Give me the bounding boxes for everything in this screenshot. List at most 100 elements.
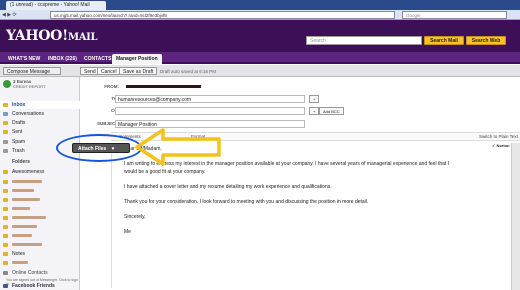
sidebar-item-label: Spam: [12, 139, 26, 145]
paragraph-2: I have attached a cover letter and my re…: [124, 184, 332, 190]
browser-window: (1 unread) - ccspreme - Yahoo! Mail ◀ ▶ …: [0, 0, 520, 290]
notes-icon: [3, 252, 8, 256]
attach-files-button[interactable]: Attach Files ▾: [72, 143, 130, 153]
cc-add-button[interactable]: +: [309, 107, 320, 115]
cc-row: CC: + Add BCC: [81, 106, 520, 116]
sidebar-item-label: Awesomeness: [12, 169, 45, 175]
add-bcc-button[interactable]: Add BCC: [319, 107, 344, 115]
compose-toolbar: Compose Message Send Cancel Save as Draf…: [0, 65, 520, 77]
tab-whats-new[interactable]: WHAT'S NEW: [4, 54, 44, 64]
compose-message-button[interactable]: Compose Message: [3, 67, 61, 75]
save-draft-button[interactable]: Save as Draft: [119, 67, 158, 75]
sidebar-item-notes[interactable]: Notes: [0, 250, 80, 258]
logo-main: YAHOO!: [6, 28, 68, 44]
redacted-text: [12, 234, 32, 238]
sidebar-folder[interactable]: [0, 178, 80, 186]
trash-icon: [3, 149, 8, 153]
sidebar-item-label: Online Contacts: [12, 270, 48, 276]
browser-tab-bar: (1 unread) - ccspreme - Yahoo! Mail: [0, 0, 520, 10]
tab-contacts[interactable]: CONTACTS: [80, 54, 115, 64]
sidebar-item-label: Notes: [12, 251, 26, 257]
drafts-icon: [3, 121, 8, 125]
inbox-icon: [3, 103, 8, 107]
scrollbar[interactable]: [511, 143, 520, 290]
back-forward-icons[interactable]: ◀ ▶ ⟳: [2, 12, 17, 18]
folder-icon: [3, 170, 8, 174]
browser-tab[interactable]: (1 unread) - ccspreme - Yahoo! Mail: [6, 1, 106, 10]
sidebar-item-awesomeness[interactable]: Awesomeness: [0, 168, 80, 176]
to-input[interactable]: humanresources@company.com: [115, 95, 305, 103]
mail-tabs: WHAT'S NEW INBOX (226) CONTACTS Manager …: [0, 52, 520, 64]
sidebar-folder[interactable]: [0, 241, 80, 249]
sidebar-item-drafts[interactable]: Drafts: [0, 119, 80, 127]
conversations-icon: [3, 112, 8, 116]
from-row: FROM:: [81, 82, 520, 92]
sidebar-folder[interactable]: [0, 232, 80, 240]
yellow-arrow-icon: [135, 128, 221, 166]
tab-inbox[interactable]: INBOX (226): [44, 54, 81, 64]
search-web-button[interactable]: Search Web: [466, 36, 506, 45]
credit-report-icon: [3, 80, 11, 88]
redacted-text: [12, 243, 42, 247]
redacted-text: [12, 207, 30, 211]
folder-icon: [3, 216, 8, 220]
search-mail-button[interactable]: Search Mail: [424, 36, 464, 45]
sent-icon: [3, 130, 8, 134]
sidebar-folder[interactable]: [0, 205, 80, 213]
paragraph-3: Thank you for your consideration. I look…: [124, 199, 369, 205]
sidebar: 3 Bureau CREDIT REPORT Inbox Conversatio…: [0, 77, 80, 290]
mail-search-input[interactable]: Search: [306, 36, 422, 45]
cancel-button[interactable]: Cancel: [97, 67, 121, 75]
redacted-text: [12, 261, 28, 265]
tab-manager-position[interactable]: Manager Position: [112, 54, 162, 64]
sidebar-item-label: Inbox: [12, 102, 26, 108]
redacted-text: [12, 225, 37, 229]
sidebar-item-label: Sent: [12, 129, 23, 135]
folder-icon: [3, 234, 8, 238]
sidebar-item-inbox[interactable]: Inbox: [0, 101, 80, 109]
folder-icon: [3, 225, 8, 229]
yahoo-header: YAHOO!MAIL Search Search Mail Search Web: [0, 20, 520, 52]
sidebar-online-contacts[interactable]: Online Contacts: [0, 269, 80, 277]
sidebar-folder[interactable]: [0, 196, 80, 204]
sidebar-folders-header[interactable]: Folders: [0, 158, 80, 166]
spam-icon: [3, 140, 8, 144]
folder-icon: [3, 207, 8, 211]
sidebar-item-conversations[interactable]: Conversations: [0, 110, 80, 118]
redacted-text: [12, 216, 46, 220]
sidebar-item-label: Drafts: [12, 120, 26, 126]
sidebar-facebook-friends[interactable]: Facebook Friends: [0, 282, 80, 290]
cc-input[interactable]: [115, 107, 305, 115]
chevron-down-icon: ▾: [111, 146, 115, 152]
redacted-from: [126, 85, 201, 88]
sidebar-item-label: Conversations: [12, 111, 44, 117]
folder-icon: [3, 243, 8, 247]
yahoo-mail-logo[interactable]: YAHOO!MAIL: [6, 28, 98, 44]
sidebar-item-label: Trash: [12, 148, 25, 154]
folder-icon: [3, 198, 8, 202]
from-label: FROM:: [104, 84, 119, 89]
to-add-button[interactable]: +: [309, 95, 320, 103]
sidebar-item-sent[interactable]: Sent: [0, 128, 80, 136]
contacts-icon: [3, 271, 8, 275]
draft-status: Draft auto saved at 6:16 PM: [160, 69, 217, 74]
sidebar-folder[interactable]: [0, 214, 80, 222]
norton-badge: ✓ Norton: [492, 143, 510, 148]
sidebar-folder[interactable]: [0, 259, 80, 267]
redacted-text: [12, 180, 42, 184]
redacted-text: [12, 198, 40, 202]
browser-search-input[interactable]: Google: [402, 11, 507, 19]
facebook-icon: [3, 284, 8, 288]
promo-sub[interactable]: CREDIT REPORT: [13, 84, 46, 89]
folder-icon: [3, 189, 8, 193]
logo-sub: MAIL: [67, 32, 98, 43]
sidebar-folder[interactable]: [0, 223, 80, 231]
sidebar-item-label: Folders: [12, 159, 31, 165]
sidebar-item-label: Facebook Friends: [12, 283, 55, 289]
sidebar-folder[interactable]: [0, 187, 80, 195]
closing: Sincerely,: [124, 214, 146, 220]
switch-plain-text-link[interactable]: Switch to Plain Text: [479, 134, 518, 139]
url-input[interactable]: us.mg5.mail.yahoo.com/neo/launch?.rand=9…: [50, 11, 395, 19]
signature: Me: [124, 229, 131, 235]
subject-input[interactable]: Manager Position: [115, 120, 305, 128]
